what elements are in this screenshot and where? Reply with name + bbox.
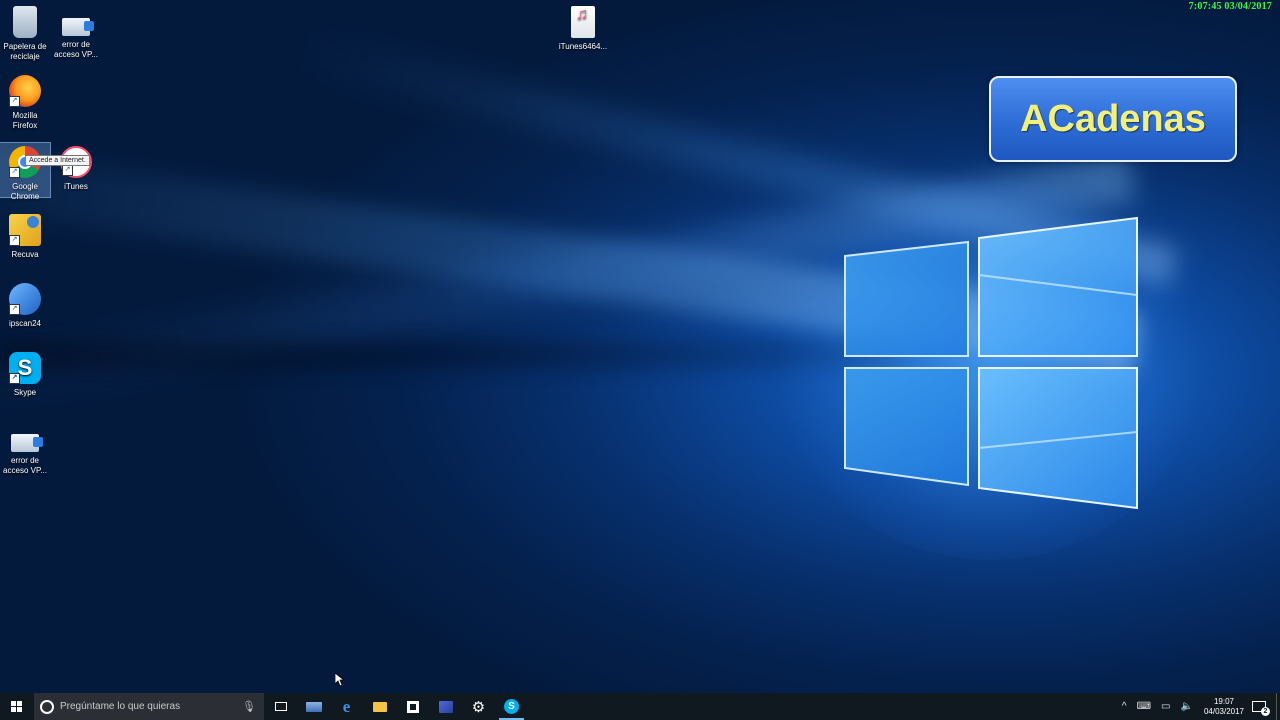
tray-date: 04/03/2017 xyxy=(1203,706,1244,716)
taskbar-app-skype[interactable]: S xyxy=(495,693,528,720)
icon-label: reciclaje xyxy=(10,52,40,61)
recycle-bin-icon xyxy=(13,6,37,38)
desktop-icon-itunes[interactable]: ↗ iTunes xyxy=(51,146,101,192)
taskbar-app-file-explorer[interactable] xyxy=(363,693,396,720)
shortcut-arrow-icon: ↗ xyxy=(9,167,20,178)
shortcut-arrow-icon: ↗ xyxy=(9,235,20,246)
icon-label: iTunes6464... xyxy=(558,42,608,51)
skype-icon: S ↗ xyxy=(9,352,41,384)
skype-icon: S xyxy=(504,699,519,714)
shortcut-arrow-icon: ↗ xyxy=(62,165,73,176)
taskbar-app-network[interactable] xyxy=(429,693,462,720)
wallpaper-light-beam xyxy=(0,140,1143,374)
system-tray: ^ ⌨ ▭ 🔈 19:07 04/03/2017 2 xyxy=(1117,693,1280,720)
icon-label: Chrome xyxy=(10,192,40,201)
show-hidden-icons-chevron[interactable]: ^ xyxy=(1122,701,1127,712)
desktop-icon-recycle-bin[interactable]: Papelera de reciclaje xyxy=(0,6,50,62)
keyboard-icon[interactable]: ⌨ xyxy=(1137,701,1151,712)
recuva-icon: ↗ xyxy=(9,214,41,246)
recording-timestamp: 7:07:45 03/04/2017 xyxy=(1188,1,1272,12)
watermark-text: ACadenas xyxy=(1020,97,1206,140)
icon-label: Firefox xyxy=(12,121,38,130)
wallpaper-shadow-band xyxy=(0,340,900,370)
action-center-icon[interactable]: 2 xyxy=(1252,701,1270,716)
vpn-shortcut-icon xyxy=(62,18,94,36)
icon-label: ipscan24 xyxy=(8,319,42,328)
watermark-badge: ACadenas xyxy=(989,76,1237,162)
desktop-icon-skype[interactable]: S ↗ Skype xyxy=(0,352,50,398)
taskbar: Pregúntame lo que quieras 🎙 e ⚙ S xyxy=(0,693,1280,720)
edge-icon: e xyxy=(342,696,351,716)
vpn-shortcut-icon xyxy=(11,434,43,452)
folder-icon xyxy=(372,701,387,712)
taskbar-app-store[interactable] xyxy=(396,693,429,720)
start-button[interactable] xyxy=(0,693,33,720)
tray-clock[interactable]: 19:07 04/03/2017 xyxy=(1204,697,1244,717)
shortcut-arrow-icon: ↗ xyxy=(9,304,20,315)
desktop-icon-ipscan[interactable]: ↗ ipscan24 xyxy=(0,283,50,329)
wallpaper-light-beam xyxy=(0,152,1137,410)
wallpaper-glow xyxy=(780,180,1200,560)
taskbar-app-uac[interactable] xyxy=(297,693,330,720)
task-view-button[interactable] xyxy=(264,693,297,720)
desktop-icon-vpn-error-2[interactable]: error de acceso VP... xyxy=(0,426,50,476)
icon-label: acceso VP... xyxy=(3,466,47,475)
icon-label: Papelera de xyxy=(3,42,47,51)
icon-label: error de xyxy=(61,40,90,49)
ipscan-icon: ↗ xyxy=(9,283,41,315)
icon-label: Recuva xyxy=(11,250,39,259)
icon-label: Google xyxy=(12,182,38,191)
icon-label: error de xyxy=(10,456,39,465)
icon-label: iTunes xyxy=(64,182,88,191)
store-icon xyxy=(406,700,419,713)
shortcut-arrow-icon: ↗ xyxy=(9,373,20,384)
icon-label: Skype xyxy=(13,388,37,397)
task-view-icon xyxy=(274,702,287,711)
network-icon[interactable]: ▭ xyxy=(1161,701,1170,712)
speaker-icon[interactable]: 🔈 xyxy=(1181,701,1193,712)
cortana-icon xyxy=(40,699,54,714)
gear-icon: ⚙ xyxy=(471,698,486,716)
show-desktop-button[interactable] xyxy=(1276,693,1280,720)
desktop-icon-recuva[interactable]: ↗ Recuva xyxy=(0,214,50,260)
cortana-search-box[interactable]: Pregúntame lo que quieras 🎙 xyxy=(34,693,264,720)
icon-label: Mozilla xyxy=(12,111,38,120)
desktop-icon-firefox[interactable]: ↗ Mozilla Firefox xyxy=(0,75,50,131)
network-app-icon xyxy=(438,700,453,713)
desktop-icon-vpn-error-1[interactable]: error de acceso VP... xyxy=(51,10,101,60)
taskbar-app-edge[interactable]: e xyxy=(330,693,363,720)
search-placeholder: Pregúntame lo que quieras xyxy=(60,701,181,712)
desktop-icon-itunes-installer[interactable]: iTunes6464... xyxy=(557,6,609,52)
tooltip: Accede a Internet. xyxy=(25,155,90,166)
firefox-icon: ↗ xyxy=(9,75,41,107)
app-shortcut-icon xyxy=(305,701,322,712)
taskbar-app-settings[interactable]: ⚙ xyxy=(462,693,495,720)
notification-count-badge: 2 xyxy=(1261,707,1270,716)
windows-start-icon xyxy=(10,700,23,713)
desktop-icon-chrome[interactable]: ↗ Google Chrome xyxy=(0,142,51,201)
icon-label: acceso VP... xyxy=(54,50,98,59)
tray-time: 19:07 xyxy=(1213,696,1234,706)
itunes-installer-icon xyxy=(571,6,595,38)
shortcut-arrow-icon: ↗ xyxy=(9,96,20,107)
microphone-icon[interactable]: 🎙 xyxy=(242,700,256,713)
